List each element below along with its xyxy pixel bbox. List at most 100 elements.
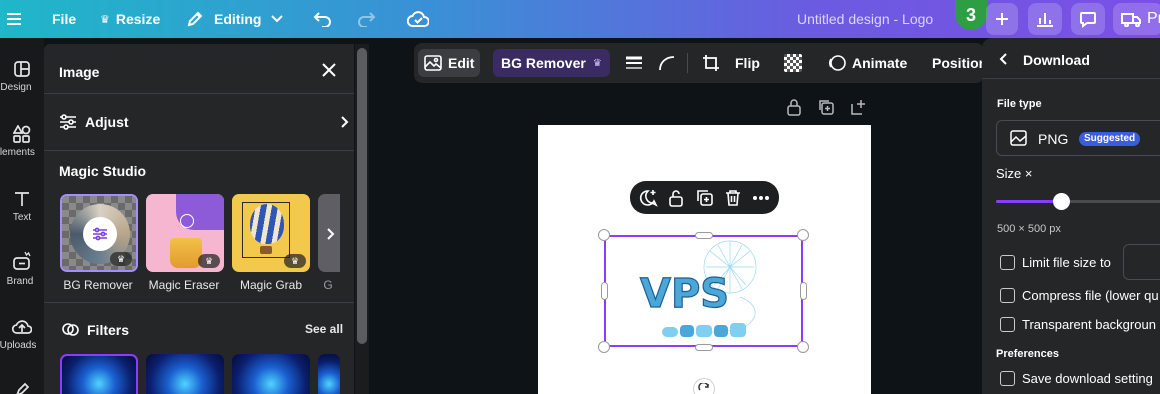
design-title[interactable]: Untitled design - Logo bbox=[797, 0, 933, 38]
rail-label-design: Design bbox=[0, 82, 32, 93]
edit-label: Edit bbox=[448, 55, 475, 71]
resize-handle[interactable] bbox=[598, 341, 610, 353]
magic-grab-tile[interactable]: ♛ bbox=[232, 194, 310, 272]
corner-rounding-button[interactable] bbox=[658, 49, 676, 77]
position-button[interactable]: Position bbox=[932, 49, 987, 77]
crown-icon: ♛ bbox=[110, 252, 132, 266]
comment-add-icon[interactable] bbox=[638, 188, 658, 208]
bg-remover-button[interactable]: BG Remover ♛ bbox=[493, 49, 610, 77]
crown-icon: ♛ bbox=[284, 254, 306, 268]
bg-remover-tile[interactable]: ♛ bbox=[60, 194, 138, 272]
comments-button[interactable] bbox=[1071, 3, 1105, 35]
flip-button[interactable]: Flip bbox=[735, 49, 760, 77]
upload-icon bbox=[12, 320, 32, 334]
rail-label-brand: Brand bbox=[6, 276, 34, 287]
border-weight-button[interactable] bbox=[625, 49, 643, 77]
resize-handle[interactable] bbox=[800, 282, 807, 300]
rail-item-text[interactable]: Text bbox=[0, 190, 44, 223]
redo-button[interactable] bbox=[356, 0, 376, 38]
editing-label: Editing bbox=[214, 11, 262, 27]
filter-thumb[interactable] bbox=[232, 354, 310, 394]
menu-icon[interactable] bbox=[6, 0, 22, 38]
lock-icon[interactable] bbox=[785, 98, 803, 116]
rail-label-elements: Elements bbox=[0, 147, 35, 158]
side-rail: Design Elements Text Brand Uploads bbox=[0, 38, 44, 394]
file-menu[interactable]: File bbox=[52, 0, 76, 38]
resize-handle[interactable] bbox=[601, 282, 608, 300]
divider bbox=[44, 302, 354, 303]
filter-thumb[interactable] bbox=[318, 354, 340, 394]
adjust-row[interactable]: Adjust bbox=[59, 112, 349, 132]
compress-label: Compress file (lower qu bbox=[1022, 288, 1159, 303]
cloud-save-status[interactable] bbox=[407, 0, 429, 38]
resize-button[interactable]: ♛ Resize bbox=[100, 0, 160, 38]
edit-image-button[interactable]: Edit bbox=[418, 49, 481, 77]
eraser-cursor bbox=[180, 214, 194, 228]
rail-item-uploads[interactable]: Uploads bbox=[0, 318, 44, 351]
trash-icon[interactable] bbox=[724, 188, 742, 208]
editing-dropdown[interactable]: Editing bbox=[186, 0, 284, 38]
file-size-input[interactable] bbox=[1123, 244, 1160, 280]
filter-thumb[interactable] bbox=[146, 354, 224, 394]
resize-handle[interactable] bbox=[695, 344, 713, 351]
bg-remover-label: BG Remover bbox=[501, 55, 586, 71]
collaborator-avatar[interactable]: 3 bbox=[955, 0, 987, 30]
limit-size-checkbox[interactable] bbox=[1000, 255, 1015, 270]
crown-icon: ♛ bbox=[592, 57, 602, 69]
file-type-value: PNG bbox=[1038, 131, 1069, 147]
lock-icon[interactable] bbox=[667, 188, 685, 208]
selection-box[interactable] bbox=[604, 235, 803, 347]
magic-eraser-tile[interactable]: ♛ bbox=[146, 194, 224, 272]
limit-size-label: Limit file size to bbox=[1022, 255, 1111, 270]
chevron-down-icon bbox=[271, 15, 284, 23]
comment-icon bbox=[1080, 12, 1096, 28]
image-edit-icon bbox=[424, 55, 442, 71]
back-arrow-icon[interactable] bbox=[999, 53, 1007, 65]
undo-button[interactable] bbox=[313, 0, 333, 38]
resize-handle[interactable] bbox=[797, 229, 809, 241]
add-page-icon[interactable] bbox=[849, 98, 867, 116]
animate-button[interactable]: Animate bbox=[828, 49, 907, 77]
rail-item-brand[interactable]: Brand bbox=[0, 250, 44, 287]
insights-button[interactable] bbox=[1028, 3, 1062, 35]
save-settings-checkbox[interactable] bbox=[1000, 371, 1015, 386]
scrollbar-thumb[interactable] bbox=[357, 48, 367, 344]
transparency-button[interactable] bbox=[784, 49, 802, 77]
more-options-icon[interactable] bbox=[752, 195, 770, 201]
tool-label: G bbox=[323, 278, 333, 292]
element-context-bar bbox=[630, 181, 779, 214]
plus-icon bbox=[996, 13, 1008, 25]
compress-checkbox[interactable] bbox=[1000, 288, 1015, 303]
rail-item-design[interactable]: Design bbox=[0, 60, 44, 93]
add-collaborator-button[interactable] bbox=[986, 3, 1018, 35]
resize-handle[interactable] bbox=[598, 229, 610, 241]
file-type-label: File type bbox=[997, 98, 1042, 110]
rotate-handle[interactable] bbox=[693, 378, 715, 394]
size-slider-thumb[interactable] bbox=[1053, 193, 1071, 210]
chevron-right-icon bbox=[341, 116, 349, 128]
resize-handle[interactable] bbox=[797, 341, 809, 353]
redo-icon bbox=[358, 12, 376, 27]
file-type-select[interactable]: PNG Suggested bbox=[996, 120, 1160, 156]
rail-label-uploads: Uploads bbox=[0, 340, 37, 351]
duplicate-icon[interactable] bbox=[695, 188, 715, 208]
rail-item-draw[interactable] bbox=[0, 382, 44, 394]
crown-icon: ♛ bbox=[100, 13, 110, 26]
panel-title: Image bbox=[59, 64, 100, 80]
transparent-checkbox[interactable] bbox=[1000, 317, 1015, 332]
size-slider-track[interactable] bbox=[996, 200, 1160, 203]
position-label: Position bbox=[932, 55, 988, 71]
crop-button[interactable] bbox=[702, 49, 720, 77]
resize-handle[interactable] bbox=[695, 232, 713, 239]
see-all-link[interactable]: See all bbox=[305, 322, 343, 336]
close-icon[interactable] bbox=[320, 61, 338, 79]
magic-expand-tile[interactable] bbox=[318, 194, 340, 272]
text-icon bbox=[15, 192, 29, 206]
share-button[interactable]: Pr bbox=[1113, 3, 1160, 35]
filter-thumb[interactable] bbox=[60, 354, 138, 394]
rail-item-elements[interactable]: Elements bbox=[0, 125, 44, 158]
rail-label-text: Text bbox=[12, 212, 32, 223]
layout-icon bbox=[14, 61, 30, 77]
duplicate-icon[interactable] bbox=[817, 98, 835, 116]
sliders-icon bbox=[60, 114, 76, 130]
